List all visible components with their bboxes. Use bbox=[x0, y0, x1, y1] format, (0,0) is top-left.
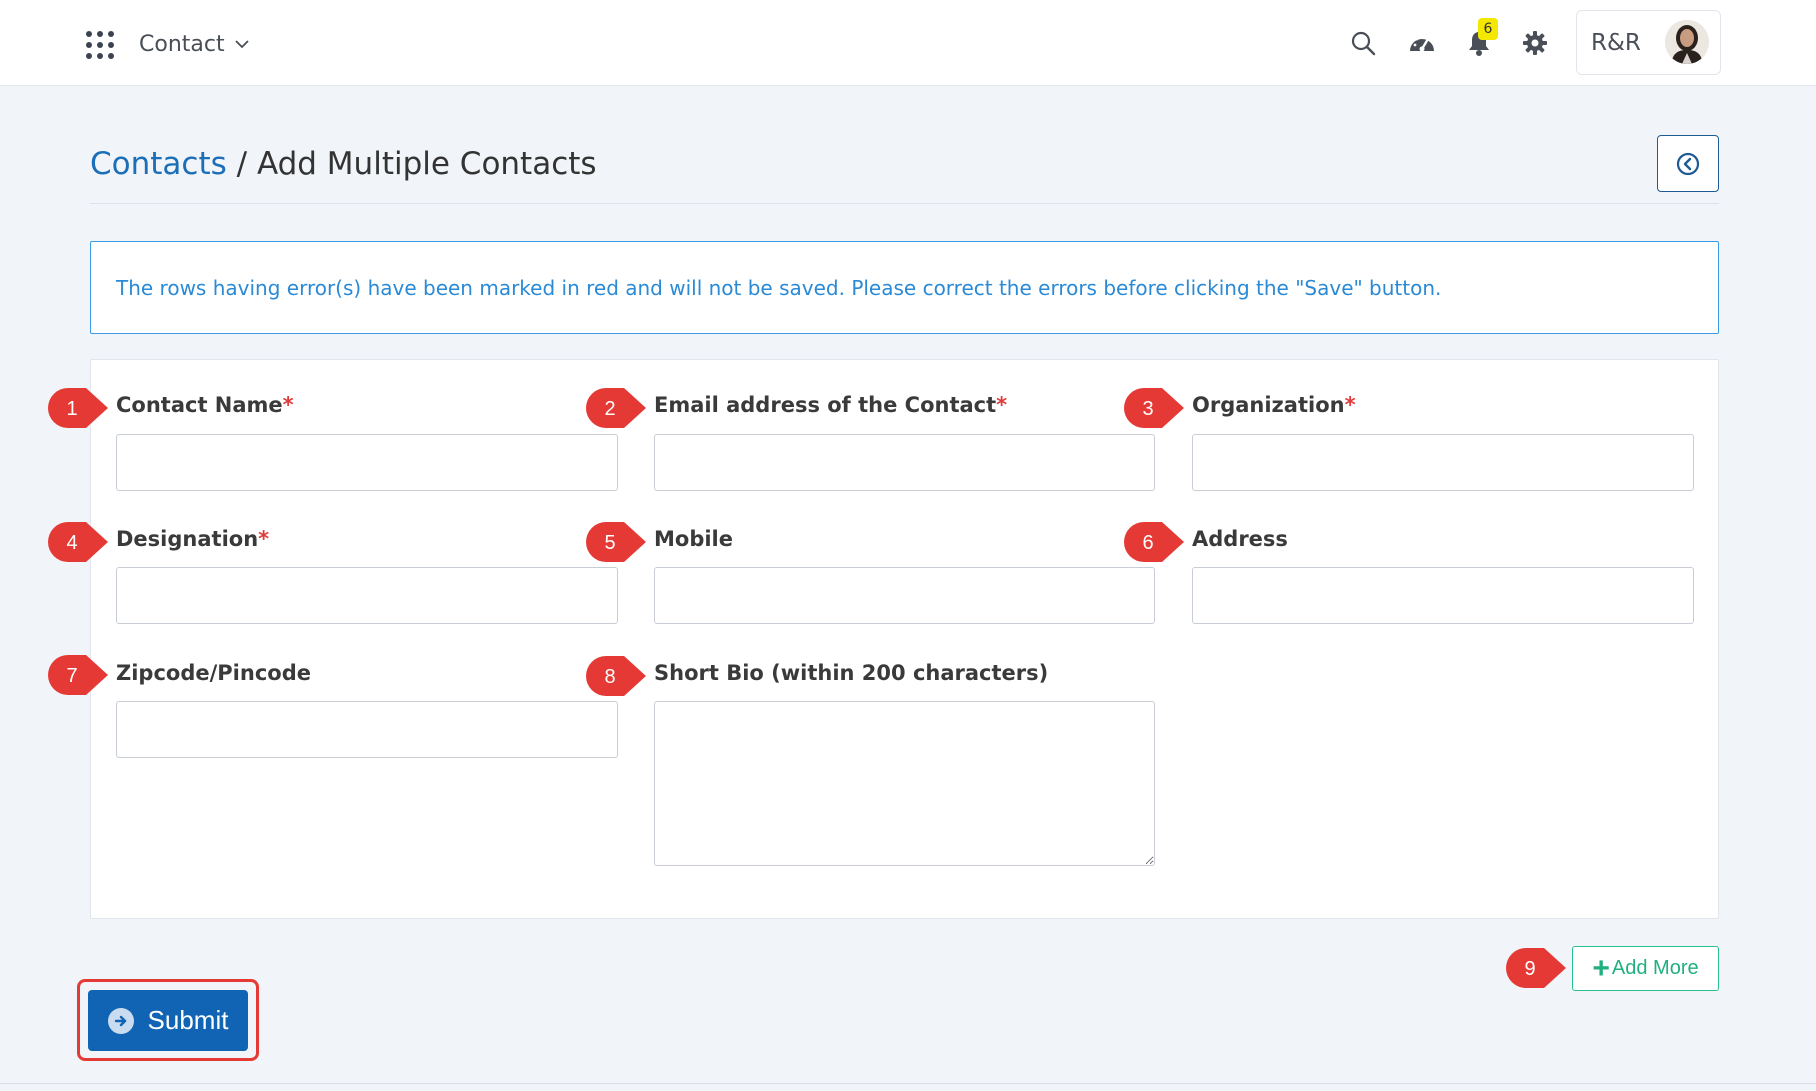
short-bio-textarea[interactable] bbox=[654, 701, 1155, 866]
organization-input[interactable] bbox=[1192, 434, 1694, 491]
email-input[interactable] bbox=[654, 434, 1155, 491]
footer-divider bbox=[0, 1083, 1816, 1084]
search-icon[interactable] bbox=[1347, 27, 1379, 59]
callout-marker: 6 bbox=[1124, 522, 1184, 562]
module-switcher[interactable]: Contact bbox=[139, 28, 249, 60]
add-more-label: Add More bbox=[1611, 957, 1699, 979]
apps-grid-icon[interactable] bbox=[86, 31, 114, 59]
svg-text:6: 6 bbox=[1142, 532, 1153, 554]
designation-label: Designation* bbox=[116, 527, 270, 551]
organization-label: Organization* bbox=[1192, 393, 1356, 417]
account-menu[interactable]: R&R bbox=[1576, 10, 1721, 75]
account-initials: R&R bbox=[1591, 29, 1641, 56]
callout-marker: 3 bbox=[1124, 388, 1184, 428]
required-marker: * bbox=[1344, 393, 1356, 417]
svg-text:9: 9 bbox=[1524, 958, 1535, 980]
submit-button[interactable]: Submit bbox=[88, 990, 248, 1051]
svg-text:1: 1 bbox=[66, 398, 77, 420]
notification-badge: 6 bbox=[1478, 18, 1498, 40]
address-label: Address bbox=[1192, 527, 1288, 551]
breadcrumb-contacts-link[interactable]: Contacts bbox=[90, 146, 227, 182]
callout-marker: 8 bbox=[586, 656, 646, 696]
svg-text:2: 2 bbox=[604, 398, 615, 420]
contact-name-label: Contact Name* bbox=[116, 393, 294, 417]
breadcrumb-separator: / bbox=[236, 146, 248, 182]
email-label: Email address of the Contact* bbox=[654, 393, 1008, 417]
callout-marker: 4 bbox=[48, 522, 108, 562]
designation-input[interactable] bbox=[116, 567, 618, 624]
svg-text:3: 3 bbox=[1142, 398, 1153, 420]
address-input[interactable] bbox=[1192, 567, 1694, 624]
callout-marker: 7 bbox=[48, 655, 108, 695]
required-marker: * bbox=[282, 393, 294, 417]
mobile-input[interactable] bbox=[654, 567, 1155, 624]
contact-name-input[interactable] bbox=[116, 434, 618, 491]
avatar bbox=[1665, 20, 1709, 64]
chevron-down-icon bbox=[234, 40, 249, 49]
circle-arrow-right-icon bbox=[107, 1007, 134, 1034]
required-marker: * bbox=[996, 393, 1008, 417]
short-bio-label: Short Bio (within 200 characters) bbox=[654, 661, 1049, 685]
plus-icon: + bbox=[1592, 951, 1610, 985]
svg-text:5: 5 bbox=[604, 532, 615, 554]
callout-marker: 2 bbox=[586, 388, 646, 428]
svg-text:8: 8 bbox=[604, 666, 615, 688]
add-more-button[interactable]: + Add More bbox=[1572, 946, 1719, 991]
mobile-label: Mobile bbox=[654, 527, 733, 551]
gear-icon[interactable] bbox=[1519, 27, 1551, 59]
zipcode-input[interactable] bbox=[116, 701, 618, 758]
breadcrumb: Contacts / Add Multiple Contacts bbox=[90, 144, 597, 184]
zipcode-label: Zipcode/Pincode bbox=[116, 661, 311, 685]
circle-arrow-left-icon bbox=[1676, 152, 1700, 175]
header-divider bbox=[90, 203, 1719, 204]
info-alert: The rows having error(s) have been marke… bbox=[90, 241, 1719, 334]
page-title: Add Multiple Contacts bbox=[256, 146, 597, 182]
svg-text:7: 7 bbox=[66, 665, 77, 687]
info-alert-text: The rows having error(s) have been marke… bbox=[116, 275, 1442, 300]
back-button[interactable] bbox=[1657, 135, 1719, 192]
callout-marker: 9 bbox=[1506, 948, 1566, 988]
required-marker: * bbox=[258, 527, 270, 551]
top-navbar: Contact 6 R&R bbox=[0, 0, 1816, 86]
callout-marker: 1 bbox=[48, 388, 108, 428]
callout-marker: 5 bbox=[586, 522, 646, 562]
module-label: Contact bbox=[139, 31, 225, 57]
svg-text:4: 4 bbox=[66, 532, 77, 554]
dashboard-gauge-icon[interactable] bbox=[1406, 27, 1438, 59]
submit-label: Submit bbox=[147, 1005, 229, 1035]
